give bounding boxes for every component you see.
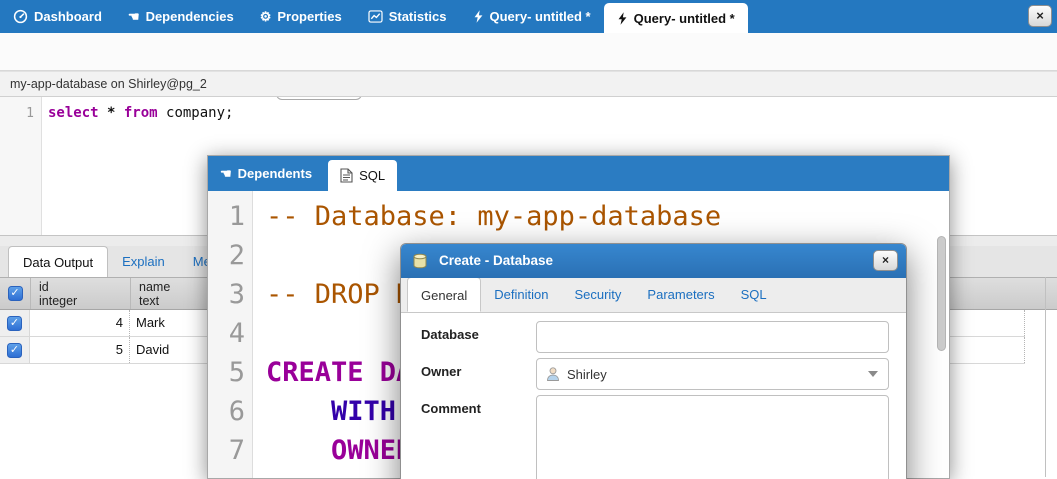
- database-icon: [411, 252, 429, 270]
- dialog-title-bar: Create - Database ×: [401, 244, 906, 278]
- code-line: 1 -- Database: my-app-database: [208, 197, 928, 236]
- bolt-icon: [473, 9, 484, 24]
- column-header-id[interactable]: id integer: [30, 278, 130, 309]
- person-icon: [545, 366, 561, 382]
- database-label: Database: [421, 327, 479, 342]
- tab-sql[interactable]: SQL: [328, 160, 397, 191]
- tab-label: Statistics: [389, 9, 447, 24]
- tab-label: Query- untitled *: [490, 9, 591, 24]
- tab-label: Properties: [277, 9, 341, 24]
- column-type: integer: [39, 294, 130, 308]
- close-icon: ×: [1036, 8, 1044, 23]
- row-checkbox-cell: ✓: [0, 310, 30, 336]
- check-icon: ✓: [10, 317, 19, 329]
- panel-close-button[interactable]: ×: [1028, 5, 1052, 27]
- dialog-title: Create - Database: [439, 244, 553, 278]
- tab-statistics[interactable]: Statistics: [355, 0, 460, 33]
- dialog-close-button[interactable]: ×: [873, 250, 898, 271]
- tab-explain[interactable]: Explain: [108, 246, 179, 277]
- sql-keyword: OWNER: [266, 431, 412, 470]
- tab-data-output[interactable]: Data Output: [8, 246, 108, 277]
- hand-icon: ☚: [128, 10, 140, 23]
- tab-label: Dependents: [238, 166, 312, 181]
- tab-sql[interactable]: SQL: [728, 277, 780, 312]
- tab-definition[interactable]: Definition: [481, 277, 561, 312]
- owner-select[interactable]: Shirley: [536, 358, 889, 390]
- sql-text: company;: [158, 105, 234, 121]
- chart-icon: [368, 10, 383, 23]
- grid-header-checkbox-cell: ✓: [0, 278, 30, 309]
- tab-query-2-active[interactable]: Query- untitled *: [604, 3, 748, 33]
- chevron-down-icon: [868, 371, 878, 377]
- scrollbar-thumb[interactable]: [937, 236, 946, 351]
- line-number: 5: [208, 353, 245, 392]
- dialog-tab-bar: General Definition Security Parameters S…: [401, 278, 906, 313]
- line-number: 4: [208, 314, 245, 353]
- dialog-body: Database Owner Shirley Comment: [401, 313, 906, 479]
- comment-field[interactable]: [536, 395, 889, 479]
- grid-edge-divider: [1045, 277, 1046, 477]
- tab-dashboard[interactable]: Dashboard: [0, 0, 115, 33]
- line-number: 1: [208, 197, 245, 236]
- database-name-field[interactable]: [536, 321, 889, 353]
- editor-code-line[interactable]: select * from company;: [48, 105, 233, 121]
- owner-label: Owner: [421, 364, 461, 379]
- sql-keyword: from: [124, 105, 158, 121]
- tab-dependencies[interactable]: ☚ Dependencies: [115, 0, 247, 33]
- browser-tab-bar: Dashboard ☚ Dependencies ⚙ Properties St…: [0, 0, 1057, 33]
- sql-keyword: select: [48, 105, 99, 121]
- hand-icon: ☚: [220, 166, 232, 182]
- connection-status: my-app-database on Shirley@pg_2: [0, 71, 1057, 97]
- gauge-icon: [13, 9, 28, 24]
- tab-label: Dependencies: [146, 9, 234, 24]
- tab-properties[interactable]: ⚙ Properties: [247, 0, 355, 33]
- comment-label: Comment: [421, 401, 481, 416]
- line-number: 6: [208, 392, 245, 431]
- check-icon: ✓: [10, 344, 19, 356]
- pgadmin-window: Dashboard ☚ Dependencies ⚙ Properties St…: [0, 0, 1057, 479]
- select-all-checkbox[interactable]: ✓: [8, 286, 23, 301]
- tab-security[interactable]: Security: [561, 277, 634, 312]
- tab-label: Dashboard: [34, 9, 102, 24]
- cell-id[interactable]: 4: [30, 310, 130, 336]
- bolt-icon: [617, 11, 628, 26]
- sql-comment: -- Database: my-app-database: [266, 197, 721, 236]
- tab-dependents[interactable]: ☚ Dependents: [208, 156, 324, 191]
- gears-icon: ⚙: [260, 10, 272, 23]
- tab-label: Query- untitled *: [634, 11, 735, 26]
- row-checkbox[interactable]: ✓: [7, 343, 22, 358]
- tab-label: SQL: [359, 168, 385, 183]
- create-database-dialog: Create - Database × General Definition S…: [400, 243, 907, 479]
- sql-keyword: WITH: [266, 392, 396, 431]
- column-name: id: [39, 280, 130, 294]
- line-number: 2: [208, 236, 245, 275]
- document-icon: [340, 168, 353, 183]
- cell-id[interactable]: 5: [30, 337, 130, 363]
- owner-value: Shirley: [567, 367, 862, 382]
- tab-general[interactable]: General: [407, 277, 481, 312]
- query-toolbar: No limit: [0, 33, 1057, 71]
- sql-panel-tab-bar: ☚ Dependents SQL: [208, 156, 949, 191]
- check-icon: ✓: [10, 287, 19, 299]
- line-number: 3: [208, 275, 245, 314]
- row-checkbox[interactable]: ✓: [7, 316, 22, 331]
- tab-parameters[interactable]: Parameters: [634, 277, 727, 312]
- close-icon: ×: [882, 253, 889, 267]
- row-checkbox-cell: ✓: [0, 337, 30, 363]
- sql-operator: *: [99, 105, 124, 121]
- tab-query-1[interactable]: Query- untitled *: [460, 0, 604, 33]
- line-number: 7: [208, 431, 245, 470]
- editor-line-number: 1: [0, 106, 34, 121]
